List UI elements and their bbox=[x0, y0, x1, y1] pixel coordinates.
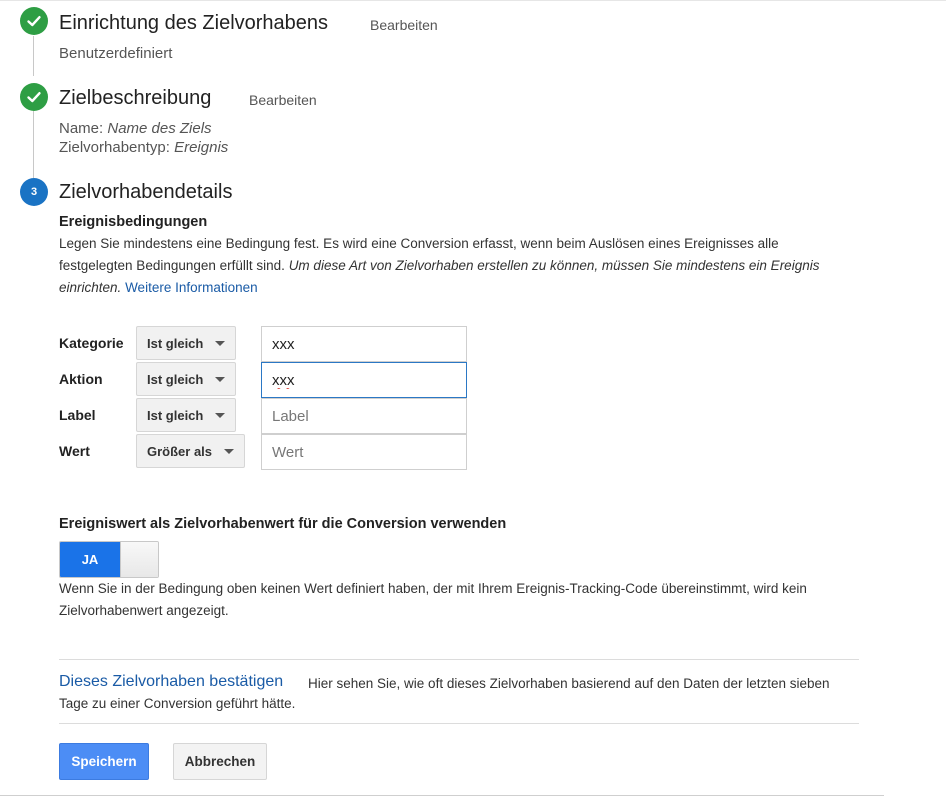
goal-type-value: Ereignis bbox=[174, 139, 229, 156]
condition-label-label: Label bbox=[59, 407, 96, 423]
category-operator-select[interactable]: Ist gleich bbox=[136, 326, 237, 360]
verify-goal-link[interactable]: Dieses Zielvorhaben bestätigen bbox=[59, 673, 283, 691]
goal-name-label: Name: bbox=[59, 120, 104, 137]
condition-label-action: Aktion bbox=[59, 371, 103, 387]
step-title-description: Zielbeschreibung bbox=[59, 87, 212, 109]
value-value-input[interactable] bbox=[261, 434, 467, 470]
section-divider bbox=[59, 659, 859, 660]
value-operator-select[interactable]: Größer als bbox=[136, 434, 246, 468]
more-info-link[interactable]: Weitere Informationen bbox=[125, 280, 258, 295]
condition-label-category: Kategorie bbox=[59, 335, 124, 351]
toggle-on-label: JA bbox=[60, 542, 120, 577]
chevron-down-icon bbox=[215, 376, 226, 382]
goal-type-summary: Zielvorhabentyp: Ereignis bbox=[59, 139, 228, 156]
use-event-value-toggle[interactable]: JA bbox=[59, 541, 159, 578]
step-title-setup: Einrichtung des Zielvorhabens bbox=[59, 12, 329, 34]
chevron-down-icon bbox=[215, 340, 226, 346]
goal-name-summary: Name: Name des Ziels bbox=[59, 120, 212, 137]
category-value-input[interactable] bbox=[261, 326, 467, 362]
operator-value: Ist gleich bbox=[147, 407, 204, 423]
action-value-input[interactable] bbox=[261, 362, 467, 398]
chevron-down-icon bbox=[224, 448, 235, 454]
edit-description-link[interactable]: Bearbeiten bbox=[249, 92, 317, 108]
section-divider bbox=[59, 723, 859, 724]
operator-value: Ist gleich bbox=[147, 335, 204, 351]
chevron-down-icon bbox=[215, 412, 226, 418]
event-conditions-heading: Ereignisbedingungen bbox=[59, 214, 208, 230]
save-button[interactable]: Speichern bbox=[59, 743, 149, 780]
step-complete-check-icon bbox=[20, 83, 48, 111]
bottom-divider bbox=[0, 795, 884, 796]
action-operator-select[interactable]: Ist gleich bbox=[136, 362, 237, 396]
step-rail bbox=[33, 111, 34, 178]
use-event-value-note: Wenn Sie in der Bedingung oben keinen We… bbox=[59, 581, 807, 618]
step-title-details: Zielvorhabendetails bbox=[59, 181, 233, 203]
label-value-input[interactable] bbox=[261, 398, 467, 434]
label-operator-select[interactable]: Ist gleich bbox=[136, 398, 237, 432]
cancel-button[interactable]: Abbrechen bbox=[173, 743, 267, 780]
top-border bbox=[0, 0, 946, 1]
step-rail bbox=[33, 36, 34, 76]
use-event-value-heading: Ereigniswert als Zielvorhabenwert für di… bbox=[59, 516, 507, 532]
edit-setup-link[interactable]: Bearbeiten bbox=[370, 17, 438, 33]
toggle-knob bbox=[120, 542, 158, 577]
goal-name-value: Name des Ziels bbox=[107, 120, 212, 137]
step-complete-check-icon bbox=[20, 7, 48, 35]
goal-type-label: Zielvorhabentyp: bbox=[59, 139, 170, 156]
operator-value: Ist gleich bbox=[147, 371, 204, 387]
setup-summary: Benutzerdefiniert bbox=[59, 45, 173, 62]
step-number-badge: 3 bbox=[20, 178, 48, 206]
condition-label-value: Wert bbox=[59, 443, 90, 459]
event-conditions-description: Legen Sie mindestens eine Bedingung fest… bbox=[59, 233, 849, 299]
operator-value: Größer als bbox=[147, 443, 213, 459]
